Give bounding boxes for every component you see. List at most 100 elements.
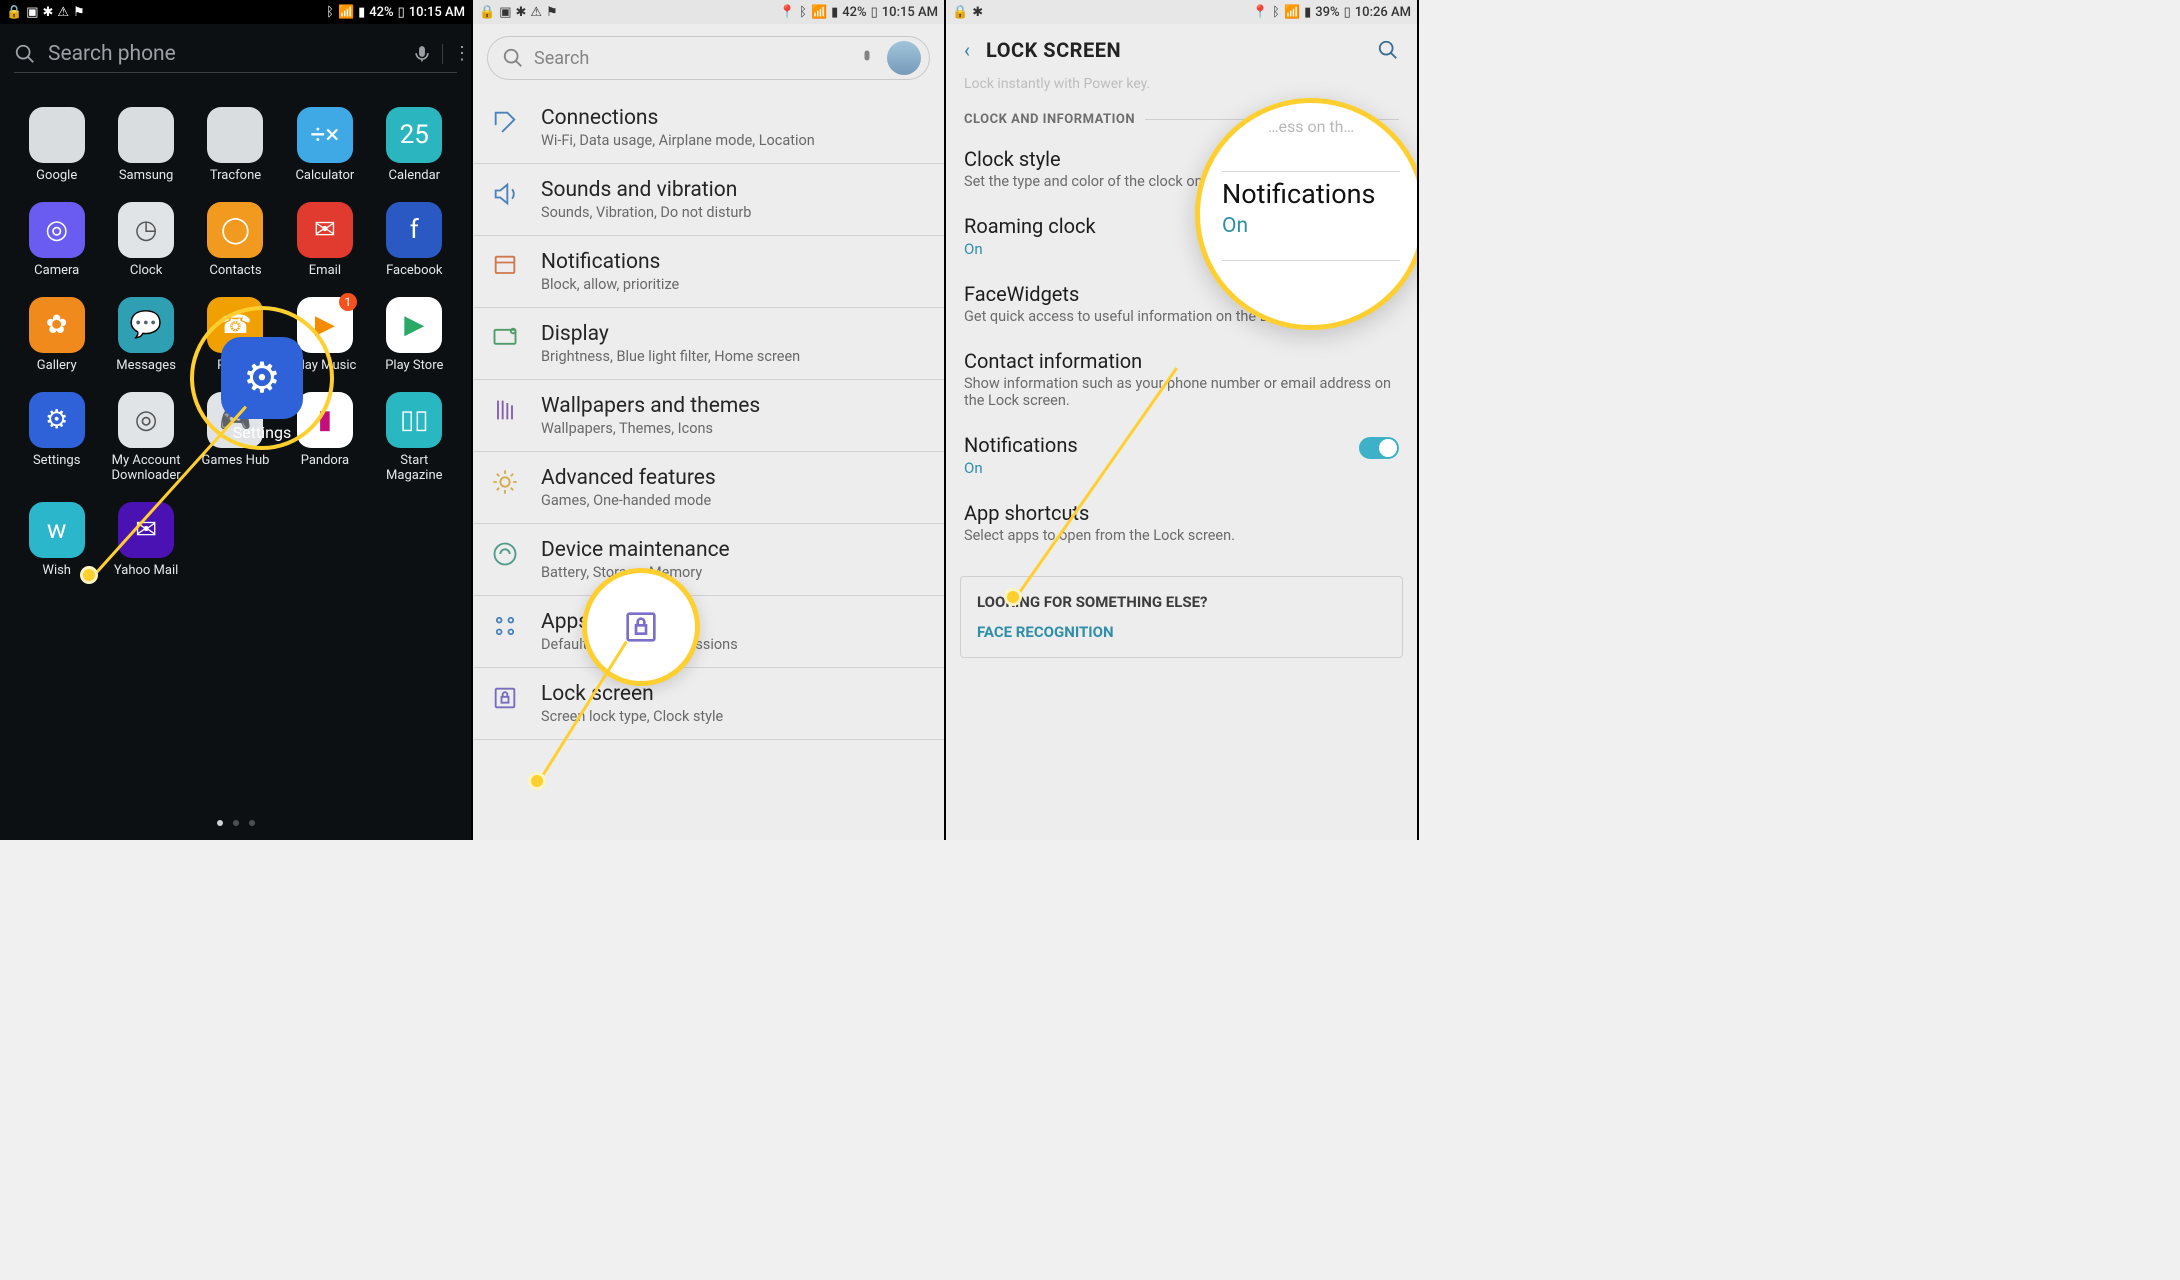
notifications-icon [491,252,519,280]
app-start-magazine[interactable]: ▯▯Start Magazine [370,392,459,484]
settings-row-lock[interactable]: Lock screenScreen lock type, Clock style [473,668,944,740]
row-title: Notifications [964,433,1359,457]
connections-icon [491,108,519,136]
row-title: Wallpapers and themes [541,394,760,418]
app-clock[interactable]: ◷ Clock [101,202,190,279]
app-label: Wish [42,564,71,579]
app-icon: ◎ [118,392,174,448]
app-settings[interactable]: ⚙Settings [12,392,101,484]
search-icon[interactable] [1377,39,1399,61]
app-label: Pandora [301,454,349,469]
app-icon [118,107,174,163]
back-button[interactable]: ‹ [964,38,970,62]
flag-icon: ⚑ [73,5,85,20]
sound-icon [491,180,519,208]
app-tracfone[interactable]: Tracfone [191,107,280,184]
app-label: Tracfone [210,169,261,184]
app-play-store[interactable]: ▶Play Store [370,297,459,374]
app-contacts[interactable]: ◯Contacts [191,202,280,279]
help-link[interactable]: FACE RECOGNITION [977,623,1386,641]
row-subtitle: Block, allow, prioritize [541,276,679,293]
app-label: Play Store [385,359,443,374]
row-subtitle: Games, One-handed mode [541,492,716,509]
app-icon [207,107,263,163]
app-icon: ◷ [118,202,174,258]
status-bar: 🔒 ✱ 📍 ᛒ 📶 ▮ 39% ▯ 10:26 AM [946,0,1417,24]
toggle-switch[interactable] [1359,437,1399,459]
app-label: Google [36,169,77,184]
status-bar: 🔒 ▣ ✱ ⚠ ⚑ 📍 ᛒ 📶 ▮ 42% ▯ 10:15 AM [473,0,944,24]
app-icon: f [386,202,442,258]
battery-icon: ▯ [398,5,405,20]
app-google[interactable]: Google [12,107,101,184]
row-title: Sounds and vibration [541,178,751,202]
app-facebook[interactable]: fFacebook [370,202,459,279]
mic-icon[interactable] [857,48,877,68]
settings-row-display[interactable]: DisplayBrightness, Blue light filter, Ho… [473,308,944,380]
settings-row-advanced[interactable]: Advanced featuresGames, One-handed mode [473,452,944,524]
status-bar: 🔒 ▣ ✱ ⚠ ⚑ ᛒ 📶 ▮ 42% ▯ 10:15 AM [0,0,471,24]
settings-row-connections[interactable]: ConnectionsWi-Fi, Data usage, Airplane m… [473,92,944,164]
search-placeholder: Search [534,48,857,69]
app-calculator[interactable]: ÷×Calculator [280,107,369,184]
app-messages[interactable]: 💬Messages [101,297,190,374]
search-icon [502,47,524,69]
row-subtitle: Sounds, Vibration, Do not disturb [541,204,751,221]
lock-row-app-shortcuts[interactable]: App shortcutsSelect apps to open from th… [946,489,1417,556]
app-label: Camera [34,264,79,279]
app-label: Gallery [37,359,77,374]
wifi-icon: 📶 [811,5,827,20]
app-icon [29,107,85,163]
app-samsung[interactable]: Samsung [101,107,190,184]
app-label: Clock [130,264,162,279]
row-title: App shortcuts [964,501,1399,525]
app-my-account-downloader[interactable]: ◎ My Account Downloader [101,392,190,484]
lock-row-notifications[interactable]: NotificationsOn [946,421,1417,489]
battery-percent: 42% [369,5,393,20]
app-gallery[interactable]: ✿ Gallery [12,297,101,374]
app-calendar[interactable]: 25Calendar [370,107,459,184]
app-label: My Account Downloader [105,454,187,484]
row-subtitle: Show information such as your phone numb… [964,375,1399,409]
row-subtitle: Brightness, Blue light filter, Home scre… [541,348,800,365]
signal-icon: ▮ [1304,5,1311,20]
settings-row-sound[interactable]: Sounds and vibration Sounds, Vibration, D… [473,164,944,236]
clock-time: 10:26 AM [1355,5,1411,20]
search-bar[interactable]: Search phone ⋮ [14,42,457,73]
settings-row-device[interactable]: Device maintenanceBattery, Storage, Memo… [473,524,944,596]
settings-row-notifications[interactable]: NotificationsBlock, allow, prioritize [473,236,944,308]
help-card[interactable]: LOOKING FOR SOMETHING ELSE? FACE RECOGNI… [960,576,1403,658]
app-icon: w [29,502,85,558]
app-icon: ✿ [29,297,85,353]
lock-row-contact-information[interactable]: Contact informationShow information such… [946,337,1417,421]
app-icon: ◎ [29,202,85,258]
flag-icon: ⚑ [546,5,558,20]
bt-icon: ᛒ [326,5,334,20]
settings-row-apps[interactable]: AppsDefault apps, App permissions [473,596,944,668]
avatar[interactable] [887,41,921,75]
app-camera[interactable]: ◎ Camera [12,202,101,279]
settings-row-wallpaper[interactable]: Wallpapers and themesWallpapers, Themes,… [473,380,944,452]
app-label: Contacts [209,264,261,279]
overflow-menu-icon[interactable]: ⋮ [453,52,457,56]
snow-icon: ✱ [42,5,53,20]
settings-search[interactable]: Search [487,36,930,80]
badge: 1 [339,293,357,311]
lock-icon: 🔒 [6,5,22,20]
clock-time: 10:15 AM [882,5,938,20]
row-title: Device maintenance [541,538,730,562]
app-email[interactable]: ✉Email [280,202,369,279]
leader-dot [1004,588,1022,606]
image-icon: ▣ [26,5,38,20]
app-icon: ✉ [297,202,353,258]
app-icon: ✉ [118,502,174,558]
snow-icon: ✱ [515,5,526,20]
mic-icon[interactable] [412,44,432,64]
app-label: Yahoo Mail [114,564,178,579]
phone-settings-list: 🔒 ▣ ✱ ⚠ ⚑ 📍 ᛒ 📶 ▮ 42% ▯ 10:15 AM Search … [473,0,946,840]
page-indicator [0,820,471,826]
warning-icon: ⚠ [530,5,542,20]
truncated-previous-row: Lock instantly with Power key. [946,76,1417,98]
row-title: Contact information [964,349,1399,373]
row-title: Connections [541,106,815,130]
